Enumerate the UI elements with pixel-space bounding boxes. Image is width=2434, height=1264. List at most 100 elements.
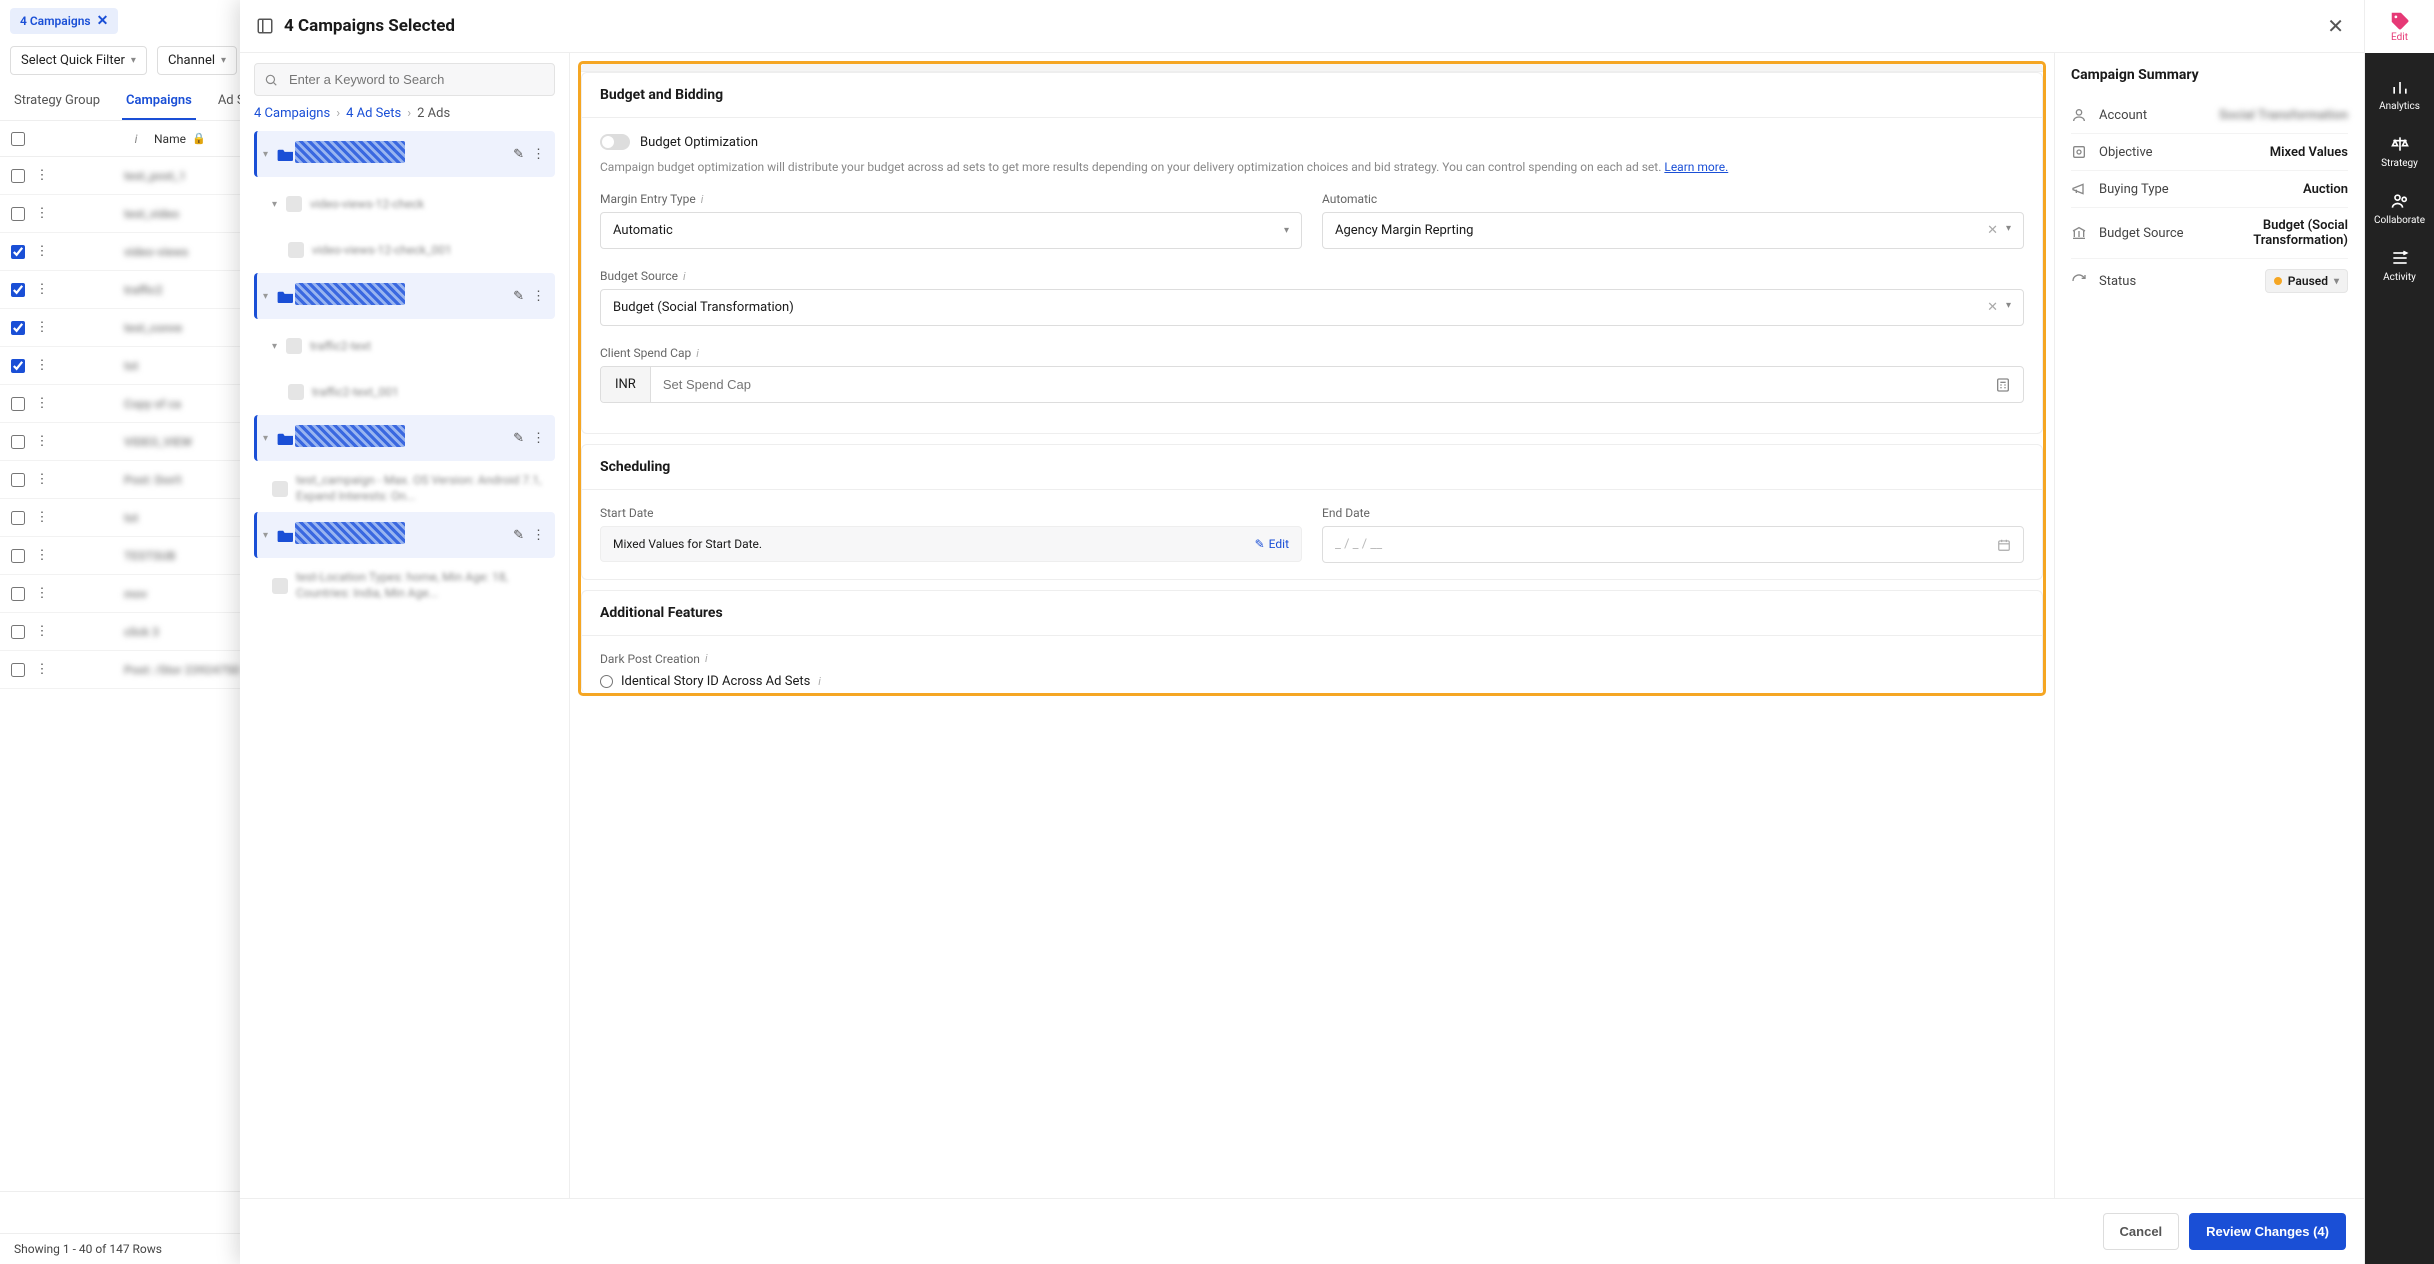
row-name: test_conve	[54, 321, 182, 335]
row-checkbox[interactable]	[11, 625, 25, 639]
row-checkbox[interactable]	[11, 549, 25, 563]
spend-cap-input[interactable]	[651, 367, 1983, 402]
row-more-icon[interactable]: ⋮	[30, 320, 54, 335]
chevron-down-icon: ▾	[1284, 225, 1289, 236]
row-more-icon[interactable]: ⋮	[30, 510, 54, 525]
row-checkbox[interactable]	[11, 359, 25, 373]
channel-filter-select[interactable]: Channel ▾	[157, 46, 237, 75]
section-scheduling: Scheduling	[582, 445, 2042, 490]
status-select[interactable]: Paused ▾	[2265, 269, 2348, 293]
budget-source-select[interactable]: Budget (Social Transformation) ✕▾	[600, 289, 2024, 326]
cancel-button[interactable]: Cancel	[2103, 1213, 2180, 1250]
automatic-select[interactable]: Agency Margin Reprting ✕▾	[1322, 212, 2024, 249]
more-icon[interactable]: ⋮	[528, 285, 549, 308]
tree-adset-row[interactable]: ▾ traffic2-text	[254, 323, 555, 369]
select-all-checkbox[interactable]	[11, 132, 25, 146]
close-button[interactable]: ✕	[2323, 10, 2348, 42]
row-checkbox[interactable]	[11, 397, 25, 411]
budget-source-label: Budget Sourcei	[600, 269, 2024, 283]
currency-prefix: INR	[601, 367, 651, 402]
budget-optimization-description: Campaign budget optimization will distri…	[600, 158, 2024, 176]
tree-adset-row[interactable]: test-Location Types: home, Min Age: 18, …	[254, 562, 555, 609]
row-name: test_video	[54, 207, 179, 221]
row-more-icon[interactable]: ⋮	[30, 624, 54, 639]
quick-filter-select[interactable]: Select Quick Filter ▾	[10, 46, 147, 75]
row-more-icon[interactable]: ⋮	[30, 282, 54, 297]
crumb-adsets[interactable]: 4 Ad Sets	[346, 106, 401, 121]
tree-campaign-row[interactable]: ▾ ✎ ⋮	[254, 415, 555, 461]
rail-collaborate[interactable]: Collaborate	[2365, 181, 2434, 236]
row-checkbox[interactable]	[11, 511, 25, 525]
row-more-icon[interactable]: ⋮	[30, 472, 54, 487]
row-more-icon[interactable]: ⋮	[30, 244, 54, 259]
learn-more-link[interactable]: Learn more.	[1664, 160, 1728, 174]
summary-source-label: Budget Source	[2099, 226, 2199, 241]
edit-icon[interactable]: ✎	[509, 427, 528, 450]
row-checkbox[interactable]	[11, 663, 25, 677]
close-icon[interactable]: ✕	[97, 13, 109, 29]
panel-title: 4 Campaigns Selected	[284, 16, 455, 36]
row-more-icon[interactable]: ⋮	[30, 168, 54, 183]
row-checkbox[interactable]	[11, 283, 25, 297]
budget-optimization-toggle[interactable]	[600, 134, 630, 150]
row-more-icon[interactable]: ⋮	[30, 586, 54, 601]
filter-chip-campaigns[interactable]: 4 Campaigns ✕	[10, 8, 118, 34]
tab-strategy-group[interactable]: Strategy Group	[10, 83, 104, 120]
tree-ad-row[interactable]: traffic2-text_001	[254, 369, 555, 415]
row-more-icon[interactable]: ⋮	[30, 434, 54, 449]
more-icon[interactable]: ⋮	[528, 524, 549, 547]
row-name: test_post_1	[54, 169, 186, 183]
tree-campaign-row[interactable]: ▾ ✎ ⋮	[254, 512, 555, 558]
row-more-icon[interactable]: ⋮	[30, 548, 54, 563]
row-checkbox[interactable]	[11, 321, 25, 335]
row-name: TESTSUB	[54, 549, 176, 563]
edit-start-date-button[interactable]: ✎ Edit	[1255, 537, 1289, 551]
row-checkbox[interactable]	[11, 473, 25, 487]
row-name: traffic2	[54, 283, 163, 297]
row-checkbox[interactable]	[11, 587, 25, 601]
calculator-icon[interactable]	[1983, 367, 2023, 402]
row-more-icon[interactable]: ⋮	[30, 396, 54, 411]
clear-icon[interactable]: ✕	[1987, 300, 1998, 315]
tree-adset-row[interactable]: test_campaign - Max. OS Version: Android…	[254, 465, 555, 512]
identical-story-radio[interactable]	[600, 675, 613, 688]
rail-strategy[interactable]: Strategy	[2365, 124, 2434, 179]
row-name: video-views	[54, 245, 188, 259]
crumb-ads: 2 Ads	[417, 106, 450, 121]
chevron-down-icon: ▾	[2006, 300, 2011, 315]
rail-activity[interactable]: Activity	[2365, 238, 2434, 293]
clear-icon[interactable]: ✕	[1987, 223, 1998, 238]
row-checkbox[interactable]	[11, 435, 25, 449]
row-more-icon[interactable]: ⋮	[30, 662, 54, 677]
rail-edit-button[interactable]: Edit	[2389, 0, 2411, 53]
row-checkbox[interactable]	[11, 207, 25, 221]
edit-icon[interactable]: ✎	[509, 524, 528, 547]
row-checkbox[interactable]	[11, 245, 25, 259]
tree-campaign-row[interactable]: ▾ ✎ ⋮	[254, 273, 555, 319]
end-date-input[interactable]: _ / _ / __	[1322, 526, 2024, 563]
edit-icon[interactable]: ✎	[509, 143, 528, 166]
tree-ad-row[interactable]: video-views-12-check_001	[254, 227, 555, 273]
chevron-down-icon: ▾	[263, 149, 277, 160]
column-header-name[interactable]: Name	[154, 132, 186, 146]
row-more-icon[interactable]: ⋮	[30, 206, 54, 221]
edit-icon[interactable]: ✎	[509, 285, 528, 308]
summary-objective-label: Objective	[2099, 145, 2199, 160]
row-name: tst	[54, 359, 138, 373]
row-checkbox[interactable]	[11, 169, 25, 183]
chevron-down-icon: ▾	[272, 341, 286, 352]
crumb-campaigns[interactable]: 4 Campaigns	[254, 106, 330, 121]
margin-entry-type-select[interactable]: Automatic ▾	[600, 212, 1302, 249]
more-icon[interactable]: ⋮	[528, 143, 549, 166]
calendar-icon	[1997, 538, 2011, 552]
tree-campaign-row[interactable]: ▾ ✎ ⋮	[254, 131, 555, 177]
activity-icon	[2365, 248, 2434, 268]
row-more-icon[interactable]: ⋮	[30, 358, 54, 373]
more-icon[interactable]: ⋮	[528, 427, 549, 450]
search-input[interactable]	[254, 63, 555, 96]
tree-adset-row[interactable]: ▾ video-views-12-check	[254, 181, 555, 227]
tab-campaigns[interactable]: Campaigns	[122, 83, 196, 120]
review-changes-button[interactable]: Review Changes (4)	[2189, 1213, 2346, 1250]
ad-icon	[288, 242, 304, 258]
rail-analytics[interactable]: Analytics	[2365, 67, 2434, 122]
